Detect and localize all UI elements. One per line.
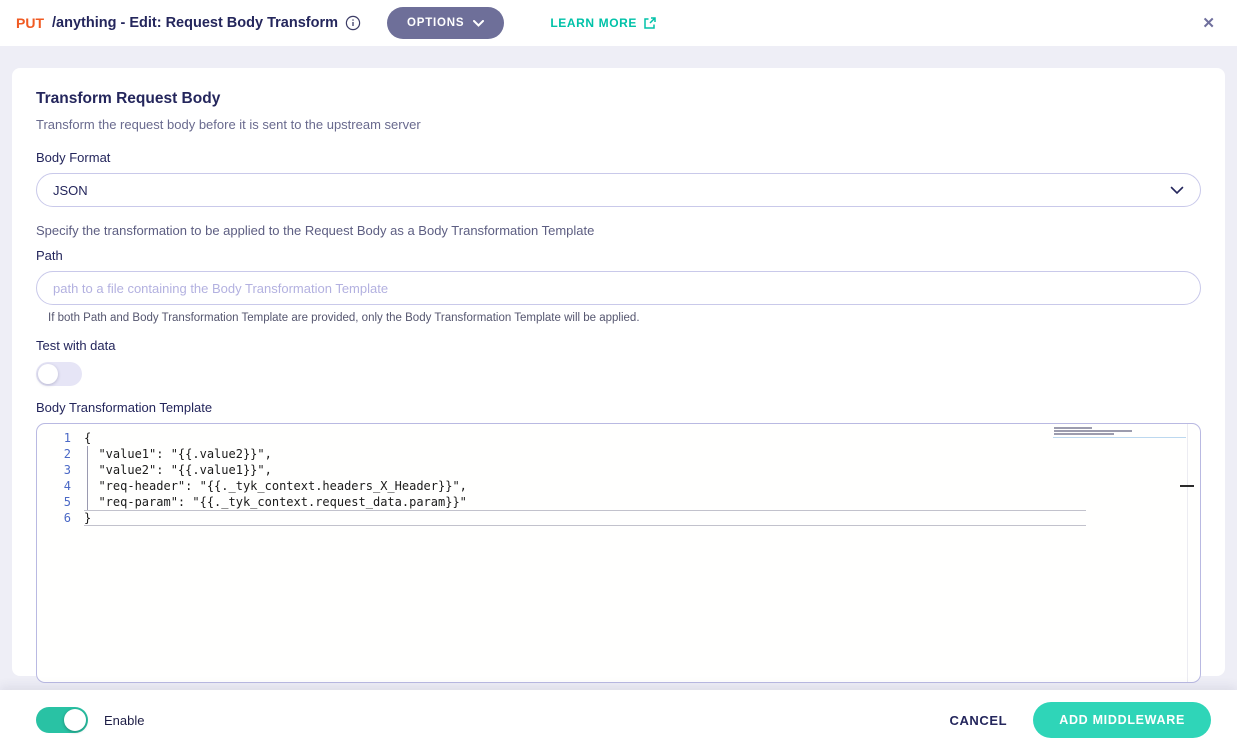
line-content: }: [71, 510, 91, 526]
learn-more-link[interactable]: LEARN MORE: [550, 16, 657, 30]
editor-scrollbar-marker[interactable]: [1180, 485, 1194, 487]
code-line[interactable]: 4 "req-header": "{{._tyk_context.headers…: [37, 478, 1200, 494]
editor-scrollbar[interactable]: [1187, 424, 1188, 682]
line-number: 5: [37, 494, 71, 510]
chevron-down-icon: [1170, 186, 1184, 195]
panel-title: Transform Request Body: [36, 90, 1201, 108]
external-link-icon: [643, 16, 657, 30]
line-content: {: [71, 430, 91, 446]
active-line-border-bottom: [84, 525, 1086, 526]
info-icon[interactable]: [345, 15, 361, 31]
cancel-button[interactable]: CANCEL: [939, 705, 1017, 736]
code-line[interactable]: 6 }: [37, 510, 1200, 526]
panel-subtitle: Transform the request body before it is …: [36, 117, 1201, 132]
middleware-panel: Transform Request Body Transform the req…: [12, 68, 1225, 676]
test-with-data-toggle[interactable]: [36, 362, 82, 386]
footer-bar: Enable CANCEL ADD MIDDLEWARE: [0, 690, 1237, 750]
path-input[interactable]: [53, 281, 1184, 296]
active-line-border-top: [84, 510, 1086, 511]
path-label: Path: [36, 248, 1201, 263]
line-number: 6: [37, 510, 71, 526]
chevron-down-icon: [473, 20, 484, 27]
template-editor-label: Body Transformation Template: [36, 400, 1201, 415]
line-number: 3: [37, 462, 71, 478]
line-content: "req-param": "{{._tyk_context.request_da…: [71, 494, 467, 510]
line-content: "value1": "{{.value2}}",: [71, 446, 272, 462]
path-help-text: If both Path and Body Transformation Tem…: [48, 312, 1201, 324]
learn-more-label: LEARN MORE: [550, 16, 637, 30]
line-content: "req-header": "{{._tyk_context.headers_X…: [71, 478, 467, 494]
http-method-badge: PUT: [16, 15, 44, 31]
code-line[interactable]: 1 {: [37, 430, 1200, 446]
minimap-line: [1054, 433, 1114, 435]
add-middleware-button[interactable]: ADD MIDDLEWARE: [1033, 702, 1211, 738]
toggle-knob: [64, 709, 86, 731]
body-format-select[interactable]: JSON: [36, 173, 1201, 207]
path-field-wrapper: [36, 271, 1201, 305]
enable-label: Enable: [104, 713, 144, 728]
line-number: 2: [37, 446, 71, 462]
line-number: 1: [37, 430, 71, 446]
editor-minimap[interactable]: [1054, 427, 1154, 436]
toggle-knob: [38, 364, 58, 384]
code-line[interactable]: 2 "value1": "{{.value2}}",: [37, 446, 1200, 462]
indent-guide: [87, 446, 88, 510]
options-button-label: OPTIONS: [407, 17, 464, 29]
line-content: "value2": "{{.value1}}",: [71, 462, 272, 478]
body-format-label: Body Format: [36, 150, 1201, 165]
options-button[interactable]: OPTIONS: [387, 7, 504, 39]
code-line[interactable]: 3 "value2": "{{.value1}}",: [37, 462, 1200, 478]
minimap-viewport-edge: [1053, 437, 1186, 438]
test-with-data-label: Test with data: [36, 338, 1201, 353]
code-line[interactable]: 5 "req-param": "{{._tyk_context.request_…: [37, 494, 1200, 510]
line-number: 4: [37, 478, 71, 494]
close-icon[interactable]: ✕: [1196, 10, 1221, 36]
minimap-line: [1054, 427, 1092, 429]
content-area: Transform Request Body Transform the req…: [0, 46, 1237, 690]
header-bar: PUT /anything - Edit: Request Body Trans…: [0, 0, 1237, 46]
page-title: /anything - Edit: Request Body Transform: [52, 15, 338, 31]
template-hint-text: Specify the transformation to be applied…: [36, 223, 1201, 238]
body-format-value: JSON: [53, 183, 88, 198]
minimap-line: [1054, 430, 1132, 432]
code-editor[interactable]: 1 { 2 "value1": "{{.value2}}", 3 "value2…: [36, 423, 1201, 683]
enable-toggle[interactable]: [36, 707, 88, 733]
